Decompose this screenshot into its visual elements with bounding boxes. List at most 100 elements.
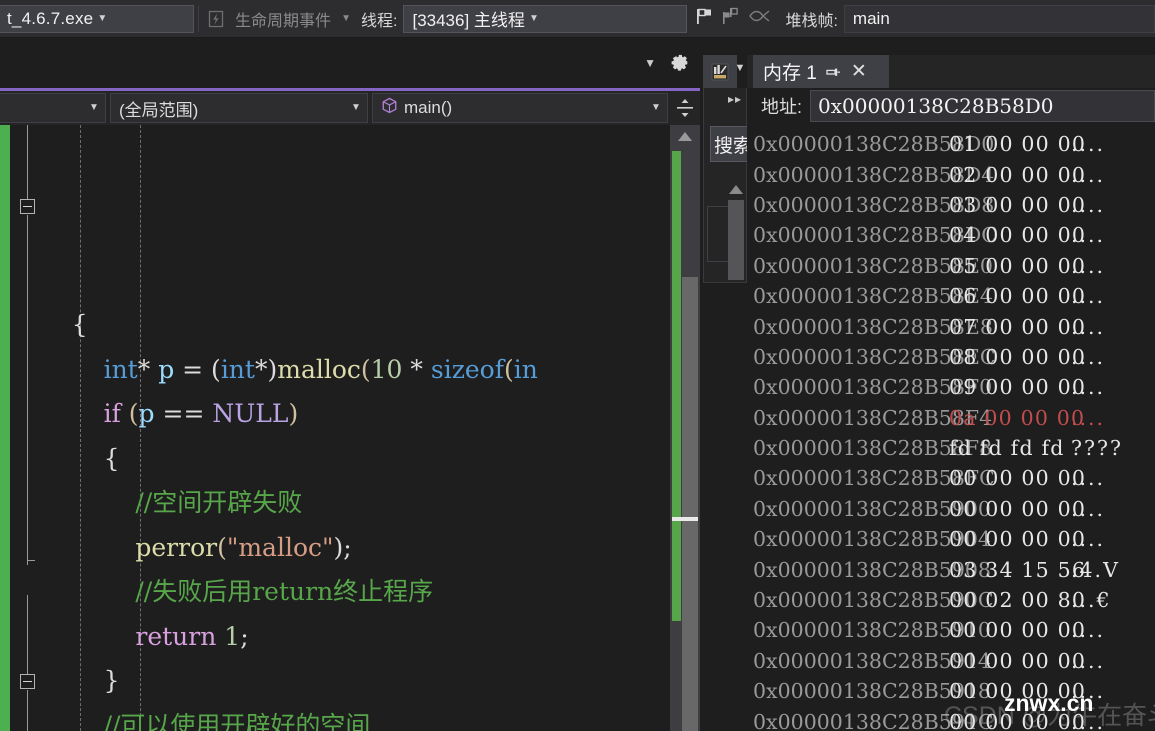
memory-row-ascii: .... bbox=[1071, 132, 1106, 157]
outline-line bbox=[27, 525, 28, 565]
memory-row-address: 0x00000138C28B58EC bbox=[753, 344, 996, 369]
chevron-down-icon[interactable] bbox=[85, 103, 103, 113]
code-line: int* p = (int*)malloc(10 * sizeof(in bbox=[103, 354, 538, 384]
editor-overflow-chevron-down-icon[interactable]: ▼ bbox=[644, 56, 656, 70]
memory-row-hex: 00 00 00 00 bbox=[949, 527, 1087, 552]
memory-address-bar: 地址: 0x00000138C28B58D0 bbox=[753, 88, 1155, 124]
flags-icon[interactable] bbox=[719, 5, 743, 32]
lifecycle-chevron-down-icon[interactable] bbox=[337, 14, 355, 24]
scroll-up-arrow-icon[interactable] bbox=[670, 125, 700, 147]
split-editor-button[interactable] bbox=[670, 92, 700, 124]
memory-row-hex: 03 34 15 56 bbox=[949, 557, 1087, 582]
code-line: { bbox=[40, 443, 120, 473]
memory-row[interactable]: 0x00000138C28B58E0 05 00 00 00.... bbox=[753, 251, 1155, 281]
memory-row-address: 0x00000138C28B58E0 bbox=[753, 253, 993, 278]
code-editor[interactable]: { int* p = (int*)malloc(10 * sizeof(in i… bbox=[0, 125, 700, 731]
memory-row-hex: 00 00 00 00 bbox=[949, 709, 1087, 731]
memory-row-address: 0x00000138C28B5904 bbox=[753, 527, 991, 552]
method-cube-icon bbox=[381, 97, 398, 119]
code-line: } bbox=[40, 666, 120, 695]
thread-combo[interactable]: [33436] 主线程 bbox=[403, 4, 688, 33]
close-icon[interactable]: ✕ bbox=[849, 61, 869, 82]
stackframe-label: 堆栈帧: bbox=[785, 12, 838, 30]
scope-combo[interactable]: (全局范围) bbox=[110, 93, 368, 123]
memory-row-ascii: .... bbox=[1071, 709, 1106, 731]
memory-row[interactable]: 0x00000138C28B58D8 03 00 00 00.... bbox=[753, 190, 1155, 220]
code-text[interactable]: { int* p = (int*)malloc(10 * sizeof(in i… bbox=[40, 125, 670, 731]
memory-row[interactable]: 0x00000138C28B58F8 fd fd fd fd???? bbox=[753, 433, 1155, 463]
pin-icon[interactable] bbox=[823, 62, 843, 82]
outline-collapse-box-for[interactable] bbox=[20, 674, 35, 689]
function-combo-value: main() bbox=[404, 98, 453, 117]
code-line: //失败后用return终止程序 bbox=[135, 577, 434, 606]
memory-row[interactable]: 0x00000138C28B5908 03 34 15 56.4.V bbox=[753, 554, 1155, 584]
function-combo[interactable]: main() bbox=[372, 93, 668, 123]
memory-row-ascii: .... bbox=[1071, 162, 1106, 187]
memory-row[interactable]: 0x00000138C28B58F0 09 00 00 00.... bbox=[753, 372, 1155, 402]
memory-row[interactable]: 0x00000138C28B5914 00 00 00 00.... bbox=[753, 646, 1155, 676]
scroll-up-arrow-icon[interactable] bbox=[726, 180, 746, 198]
memory-row-hex: 01 00 00 00 bbox=[949, 132, 1087, 157]
flag-icon[interactable] bbox=[693, 5, 715, 32]
memory-row[interactable]: 0x00000138C28B58F4 0a 00 00 00.... bbox=[753, 403, 1155, 433]
memory-row-address: 0x00000138C28B58DC bbox=[753, 223, 997, 248]
memory-row[interactable]: 0x00000138C28B58D0 01 00 00 00.... bbox=[753, 129, 1155, 159]
chevron-down-icon[interactable] bbox=[525, 14, 543, 24]
memory-row-address: 0x00000138C28B5910 bbox=[753, 618, 991, 643]
chevron-down-icon[interactable] bbox=[93, 14, 111, 24]
memory-tab[interactable]: 内存 1 ✕ bbox=[753, 55, 889, 88]
memory-row[interactable]: 0x00000138C28B58FC 00 00 00 00.... bbox=[753, 463, 1155, 493]
gear-icon[interactable] bbox=[668, 51, 692, 75]
address-input[interactable]: 0x00000138C28B58D0 bbox=[810, 90, 1155, 122]
lifecycle-events-icon[interactable] bbox=[203, 6, 229, 32]
code-line: return 1; bbox=[135, 621, 249, 651]
chevron-double-right-icon[interactable]: ▸▸ bbox=[728, 92, 742, 106]
memory-row-ascii: .... bbox=[1071, 679, 1106, 704]
flag-outline-icon[interactable] bbox=[747, 5, 773, 32]
memory-row[interactable]: 0x00000138C28B5904 00 00 00 00.... bbox=[753, 524, 1155, 554]
debug-toolbar: t_4.6.7.exe 生命周期事件 线程: [33436] 主线程 bbox=[0, 0, 1155, 38]
chevron-down-icon[interactable] bbox=[347, 103, 365, 113]
chevron-down-icon[interactable] bbox=[647, 103, 665, 113]
memory-row-address: 0x00000138C28B5918 bbox=[753, 679, 991, 704]
memory-row-hex: 06 00 00 00 bbox=[949, 284, 1087, 309]
outline-line bbox=[27, 215, 28, 560]
memory-row-address: 0x00000138C28B58E4 bbox=[753, 284, 993, 309]
memory-window: 内存 1 ✕ 地址: 0x00000138C28B58D0 0x00000138… bbox=[747, 55, 1155, 731]
memory-row[interactable]: 0x00000138C28B58D4 02 00 00 00.... bbox=[753, 159, 1155, 189]
outline-line bbox=[27, 595, 28, 674]
memory-row[interactable]: 0x00000138C28B5910 00 00 00 00.... bbox=[753, 615, 1155, 645]
memory-row-hex: 08 00 00 00 bbox=[949, 344, 1087, 369]
mini-scrollbar-thumb[interactable] bbox=[728, 200, 744, 280]
outline-collapse-box-if[interactable] bbox=[20, 199, 35, 214]
memory-row[interactable]: 0x00000138C28B58E4 06 00 00 00.... bbox=[753, 281, 1155, 311]
memory-row-address: 0x00000138C28B5908 bbox=[753, 557, 991, 582]
memory-row-address: 0x00000138C28B58F4 bbox=[753, 405, 993, 430]
process-combo[interactable]: t_4.6.7.exe bbox=[0, 4, 194, 33]
memory-row[interactable]: 0x00000138C28B5918 00 00 00 00.... bbox=[753, 676, 1155, 706]
scrollbar-thumb[interactable] bbox=[682, 277, 698, 731]
memory-row[interactable]: 0x00000138C28B5900 00 00 00 00.... bbox=[753, 494, 1155, 524]
thread-flag-buttons bbox=[687, 5, 779, 32]
memory-rows[interactable]: 0x00000138C28B58D0 01 00 00 00.... 0x00000… bbox=[753, 129, 1155, 731]
memory-row-address: 0x00000138C28B58D0 bbox=[753, 132, 995, 157]
memory-row-address: 0x00000138C28B58FC bbox=[753, 466, 995, 491]
memory-row-hex: 02 00 00 00 bbox=[949, 162, 1087, 187]
address-input-value: 0x00000138C28B58D0 bbox=[818, 94, 1054, 118]
code-navigation-bar: (全局范围) main() bbox=[0, 91, 700, 125]
thread-label: 线程: bbox=[361, 12, 398, 30]
memory-row[interactable]: 0x00000138C28B58EC 08 00 00 00.... bbox=[753, 342, 1155, 372]
memory-row[interactable]: 0x00000138C28B591C 00 00 00 00.... bbox=[753, 706, 1155, 731]
editor-vertical-scrollbar[interactable] bbox=[670, 125, 700, 731]
project-combo[interactable] bbox=[0, 93, 106, 123]
memory-row-hex: 03 00 00 00 bbox=[949, 192, 1087, 217]
code-line: if (p == NULL) bbox=[103, 399, 299, 428]
editor-glyph-margin[interactable] bbox=[10, 125, 40, 731]
code-line: //空间开辟失败 bbox=[135, 488, 303, 517]
address-label: 地址: bbox=[761, 97, 803, 117]
memory-row[interactable]: 0x00000138C28B590C 00 02 00 80 ...€ bbox=[753, 585, 1155, 615]
memory-row[interactable]: 0x00000138C28B58DC 04 00 00 00.... bbox=[753, 220, 1155, 250]
stackframe-combo[interactable]: main bbox=[843, 4, 1155, 33]
memory-row[interactable]: 0x00000138C28B58E8 07 00 00 00.... bbox=[753, 311, 1155, 341]
memory-row-hex: 00 00 00 00 bbox=[949, 618, 1087, 643]
